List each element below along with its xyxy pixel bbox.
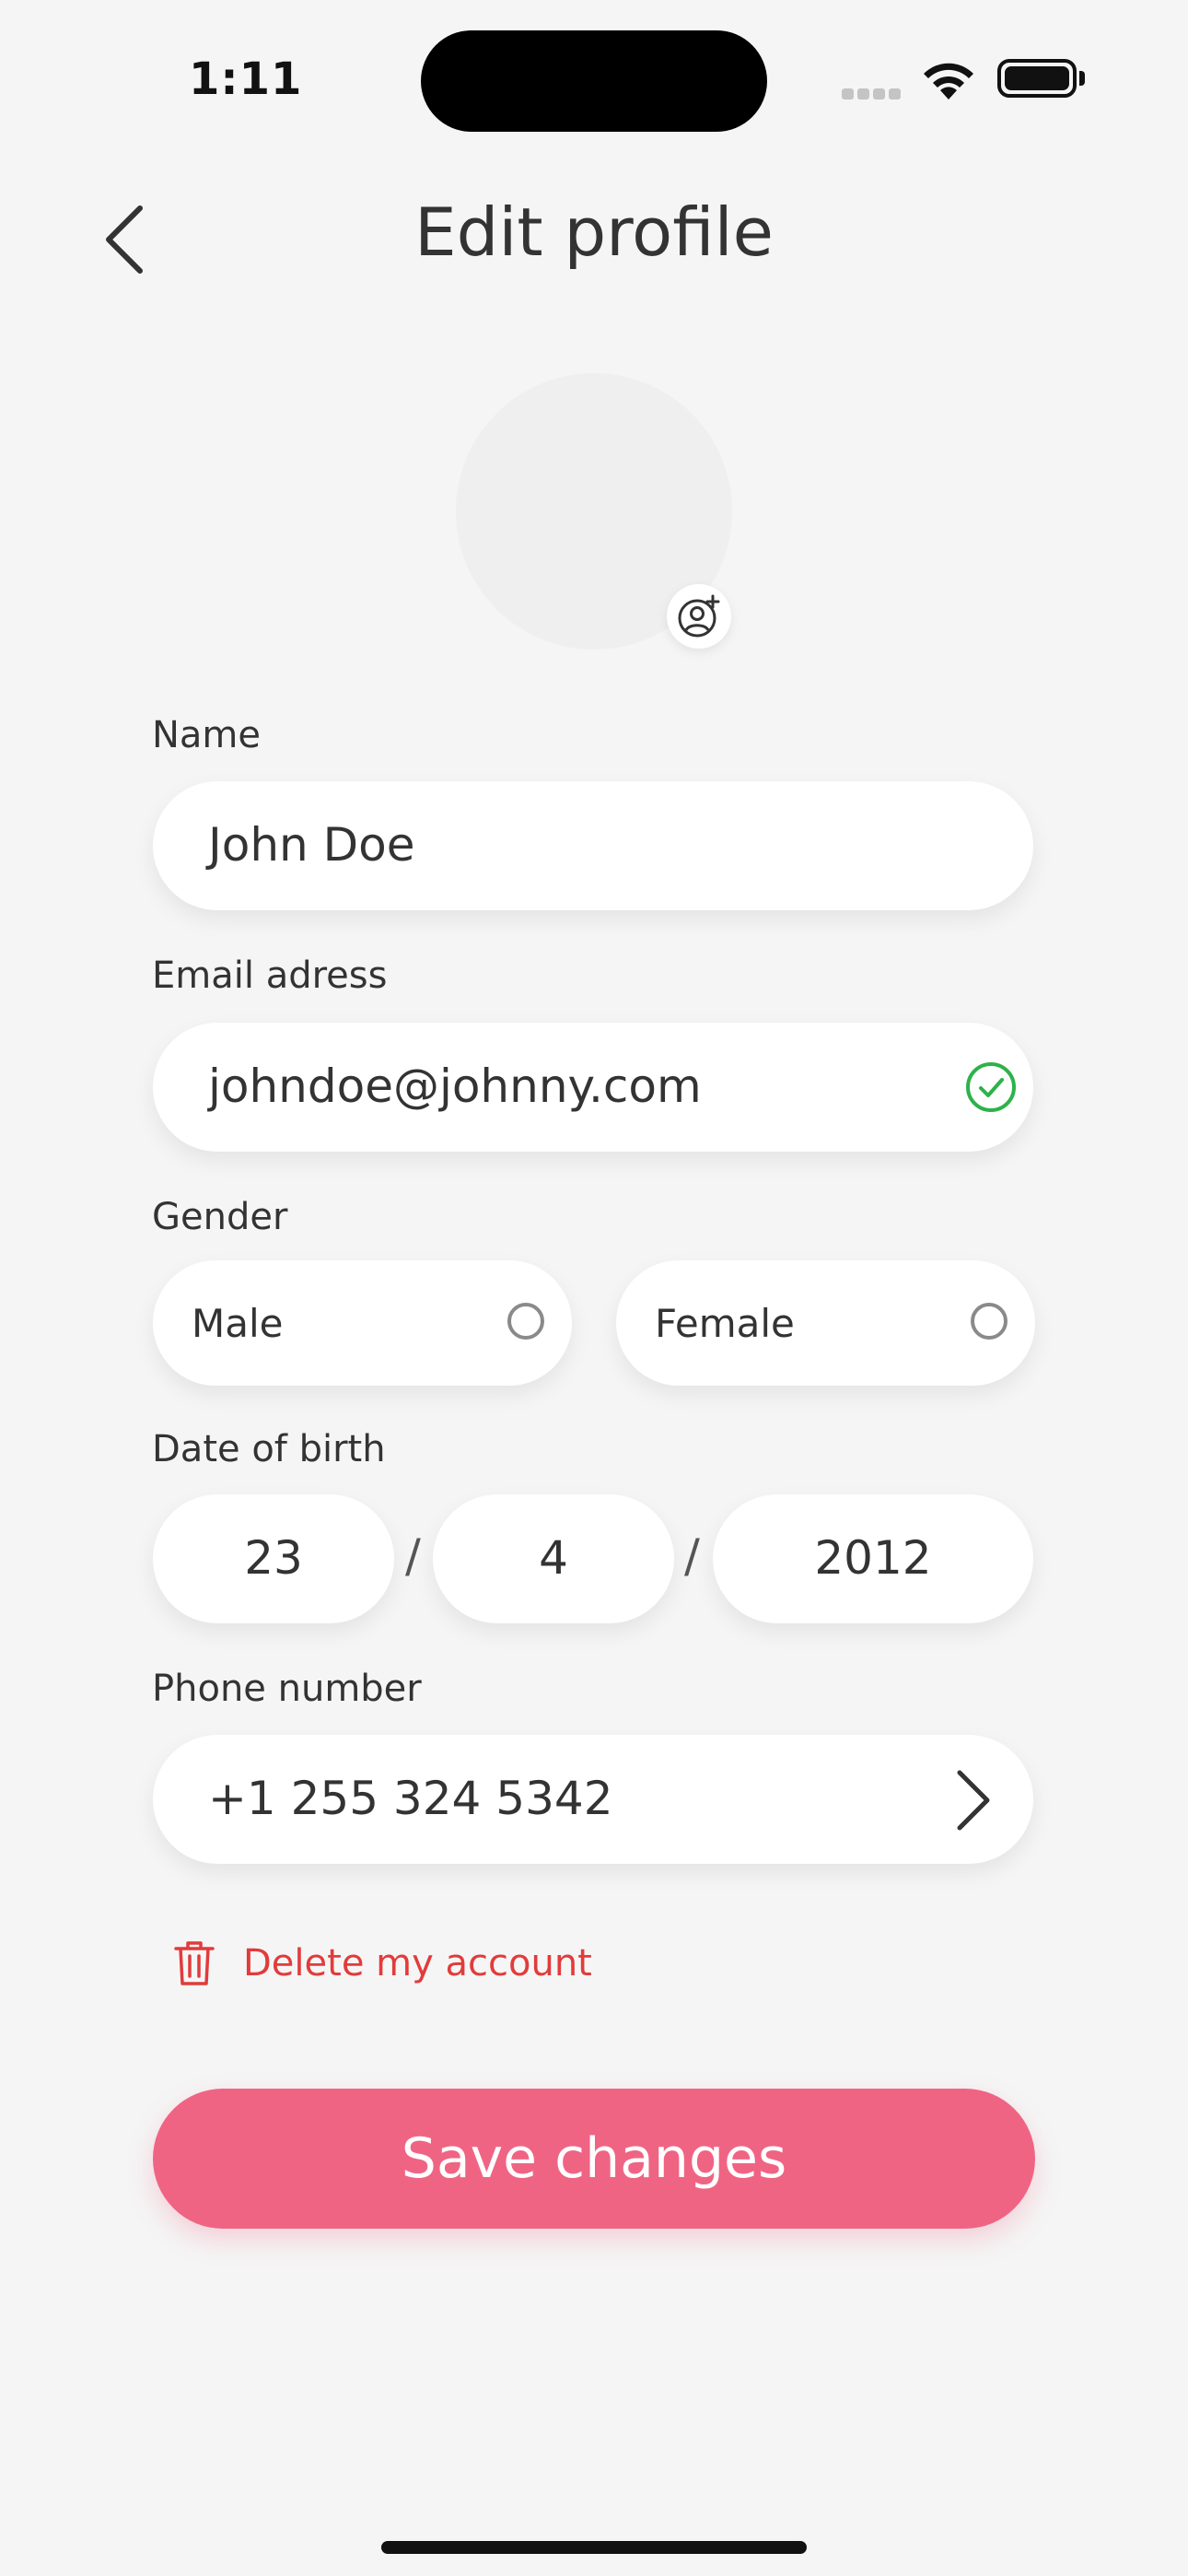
dob-year-input[interactable]: 2012: [713, 1494, 1033, 1623]
cellular-signal-icon: [842, 86, 906, 100]
radio-icon: [971, 1303, 1007, 1340]
gender-option-male[interactable]: Male: [153, 1260, 572, 1386]
delete-account-button[interactable]: Delete my account: [173, 1939, 592, 1987]
email-label: Email adress: [152, 954, 388, 997]
name-input[interactable]: John Doe: [153, 781, 1033, 910]
trash-icon: [174, 1941, 215, 1985]
dob-separator: /: [684, 1529, 700, 1583]
home-indicator[interactable]: [381, 2541, 807, 2554]
add-photo-icon: [678, 594, 720, 638]
wifi-icon: [918, 57, 979, 105]
add-photo-button[interactable]: [667, 584, 731, 649]
dob-month-value: 4: [539, 1531, 568, 1585]
battery-cap: [1079, 71, 1085, 86]
phone-label: Phone number: [152, 1668, 422, 1710]
page-title: Edit profile: [414, 193, 774, 271]
dob-label: Date of birth: [152, 1428, 386, 1470]
gender-label: Gender: [152, 1196, 288, 1238]
dynamic-island: [421, 30, 767, 132]
chevron-right-icon: [957, 1770, 990, 1831]
dob-year-value: 2012: [814, 1531, 932, 1585]
save-changes-button[interactable]: Save changes: [153, 2089, 1035, 2229]
dob-separator: /: [405, 1529, 421, 1583]
radio-icon: [507, 1303, 544, 1340]
gender-option-female[interactable]: Female: [616, 1260, 1035, 1386]
dob-month-input[interactable]: 4: [433, 1494, 674, 1623]
name-value: John Doe: [208, 818, 415, 872]
gender-option-label: Male: [192, 1301, 284, 1346]
phone-input[interactable]: +1 255 324 5342: [153, 1735, 1033, 1864]
gender-option-label: Female: [655, 1301, 795, 1346]
dob-day-value: 23: [244, 1531, 303, 1585]
dob-day-input[interactable]: 23: [153, 1494, 394, 1623]
email-input[interactable]: johndoe@johnny.com: [153, 1023, 1033, 1152]
phone-value: +1 255 324 5342: [208, 1772, 613, 1825]
save-changes-label: Save changes: [401, 2126, 787, 2191]
email-value: johndoe@johnny.com: [208, 1060, 702, 1113]
battery-icon: [997, 59, 1077, 98]
name-label: Name: [152, 714, 262, 756]
check-circle-icon: [966, 1062, 1016, 1112]
status-time: 1:11: [189, 53, 303, 105]
delete-account-label: Delete my account: [243, 1942, 592, 1985]
